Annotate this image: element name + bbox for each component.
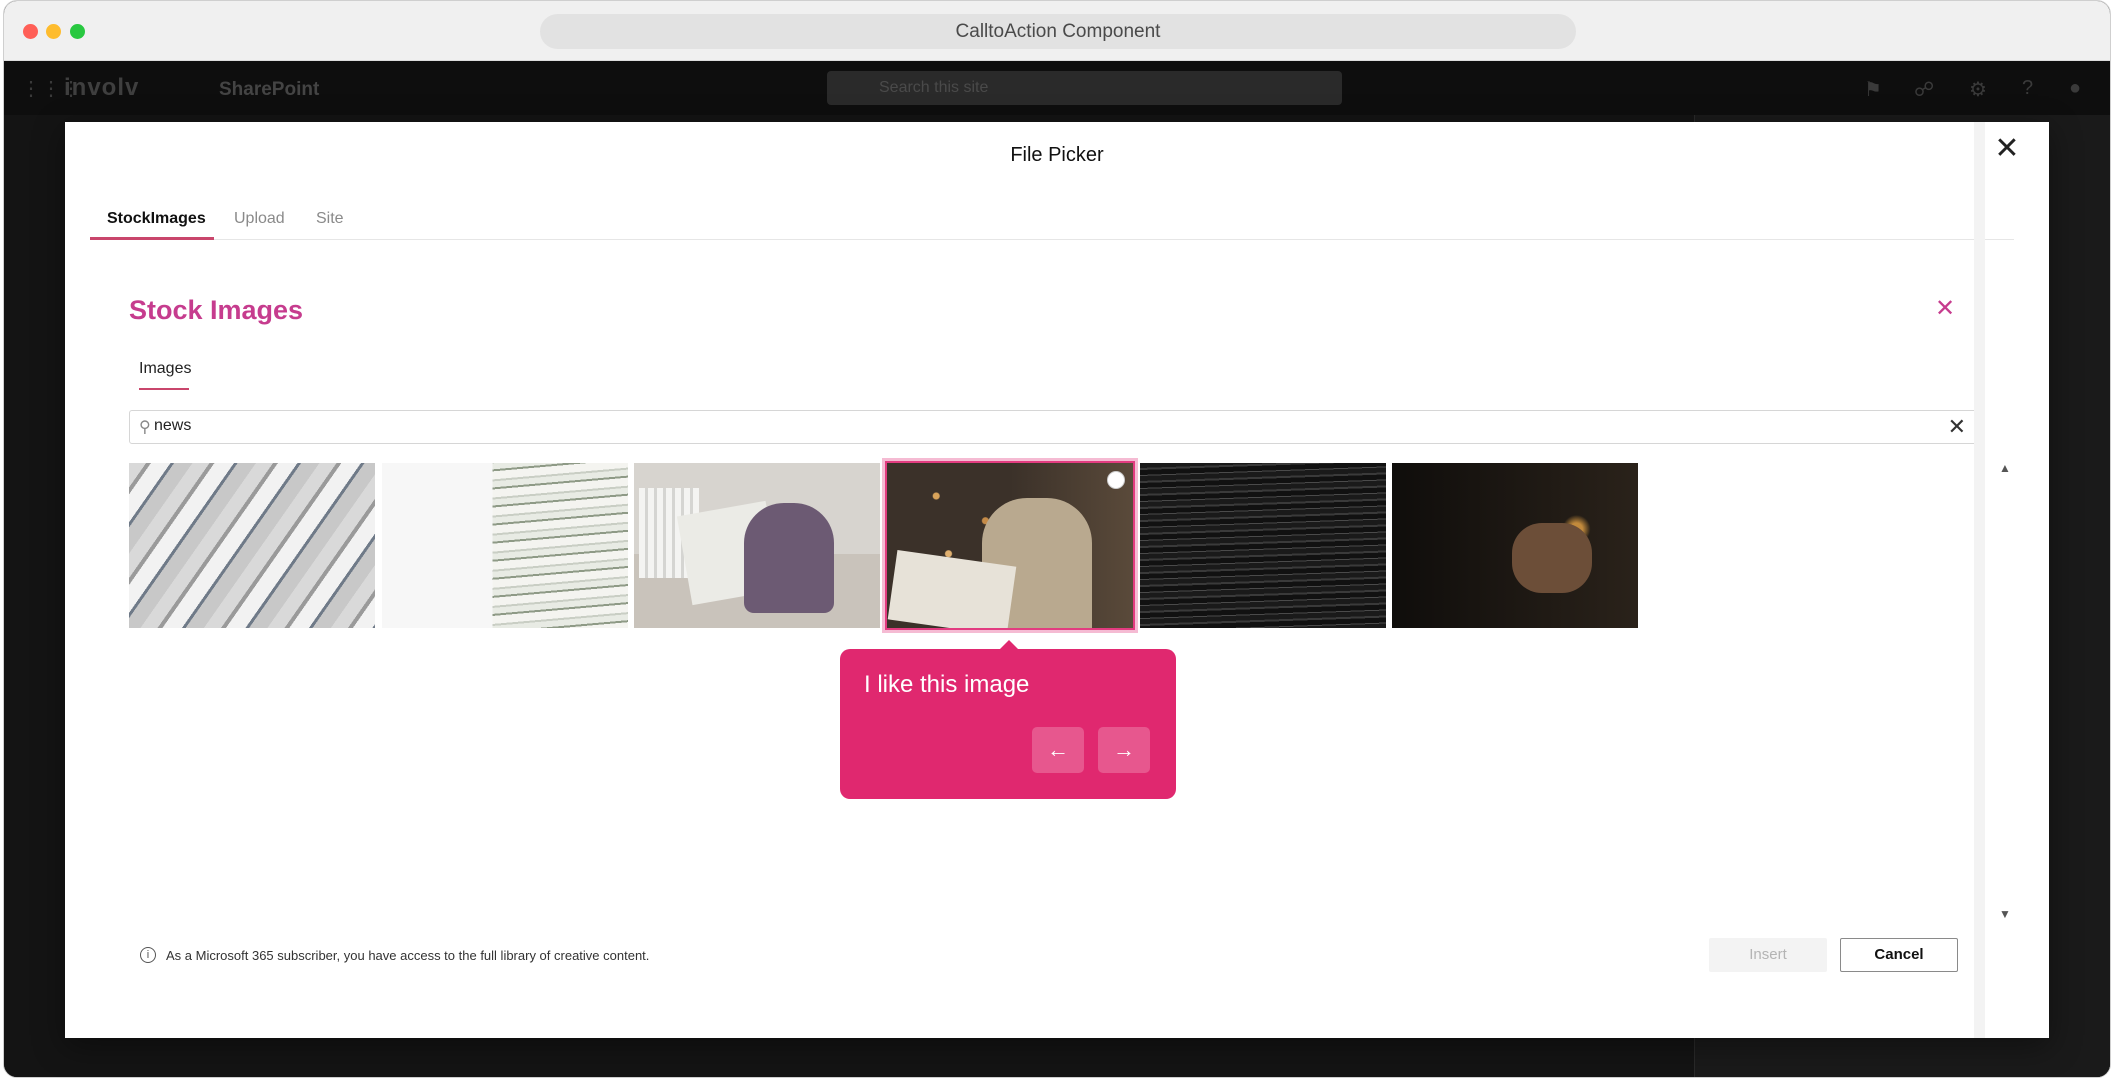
help-icon[interactable]: ? [2022,77,2033,100]
tour-callout: I like this image ← → [840,640,1176,799]
search-input[interactable] [154,417,1934,435]
close-icon[interactable]: ✕ [1992,134,2022,164]
thumbnail-phone[interactable] [1392,463,1638,628]
search-icon: ⚲ [139,419,151,436]
callout-text: I like this image [864,671,1030,698]
app-launcher-icon[interactable]: ⋮⋮⋮ [21,79,81,99]
next-step-button[interactable]: → [1098,727,1150,773]
thumbnail-man-reading[interactable] [634,463,880,628]
thumbnail-newspapers[interactable] [129,463,375,628]
subtab-indicator [139,388,189,390]
avatar[interactable]: ● [2069,77,2081,100]
select-checkbox[interactable] [1107,471,1125,489]
maximize-window-button[interactable] [70,24,85,39]
picker-tabs: StockImages Upload Site [90,196,2014,240]
image-search-box: ⚲ ✕ [129,410,1979,444]
scroll-down-arrow[interactable]: ▼ [1999,907,2011,921]
app-name[interactable]: SharePoint [219,79,319,101]
brand-logo: involv [64,74,140,101]
tab-site[interactable]: Site [316,210,344,228]
thumbnail-businessman-selected[interactable] [885,461,1135,630]
suite-bar: ⋮⋮⋮ involv SharePoint Search this site ⚑… [4,61,2110,115]
insert-button[interactable]: Insert [1709,938,1827,972]
minimize-window-button[interactable] [46,24,61,39]
subscriber-info-text: As a Microsoft 365 subscriber, you have … [166,948,650,963]
thumbnail-dark-wood[interactable] [1140,463,1386,628]
info-icon: i [140,947,156,963]
tab-stockimages[interactable]: StockImages [107,210,206,228]
gear-icon[interactable]: ⚙ [1969,77,1987,102]
clear-search-icon[interactable]: ✕ [1948,414,1966,440]
site-search-input[interactable]: Search this site [827,71,1342,105]
cancel-button[interactable]: Cancel [1840,938,1958,972]
tab-images[interactable]: Images [139,360,191,378]
people-icon[interactable]: ☍ [1914,77,1934,102]
thumbnail-newspaper-stack[interactable] [382,463,628,628]
title-bar: CalltoAction Component [4,1,2110,61]
address-bar[interactable]: CalltoAction Component [540,14,1576,49]
close-window-button[interactable] [23,24,38,39]
callout-pointer [999,640,1019,650]
previous-step-button[interactable]: ← [1032,727,1084,773]
tab-upload[interactable]: Upload [234,210,285,228]
file-picker-dialog: File Picker ✕ StockImages Upload Site St… [65,122,2049,1038]
active-tab-indicator [90,237,214,240]
stock-images-title: Stock Images [129,295,304,325]
stock-close-icon[interactable]: ✕ [1935,294,1955,323]
megaphone-icon[interactable]: ⚑ [1864,77,1882,102]
dialog-title: File Picker [1010,144,1104,166]
scroll-up-arrow[interactable]: ▲ [1999,461,2011,475]
dialog-scrollbar[interactable] [1974,122,1985,1038]
